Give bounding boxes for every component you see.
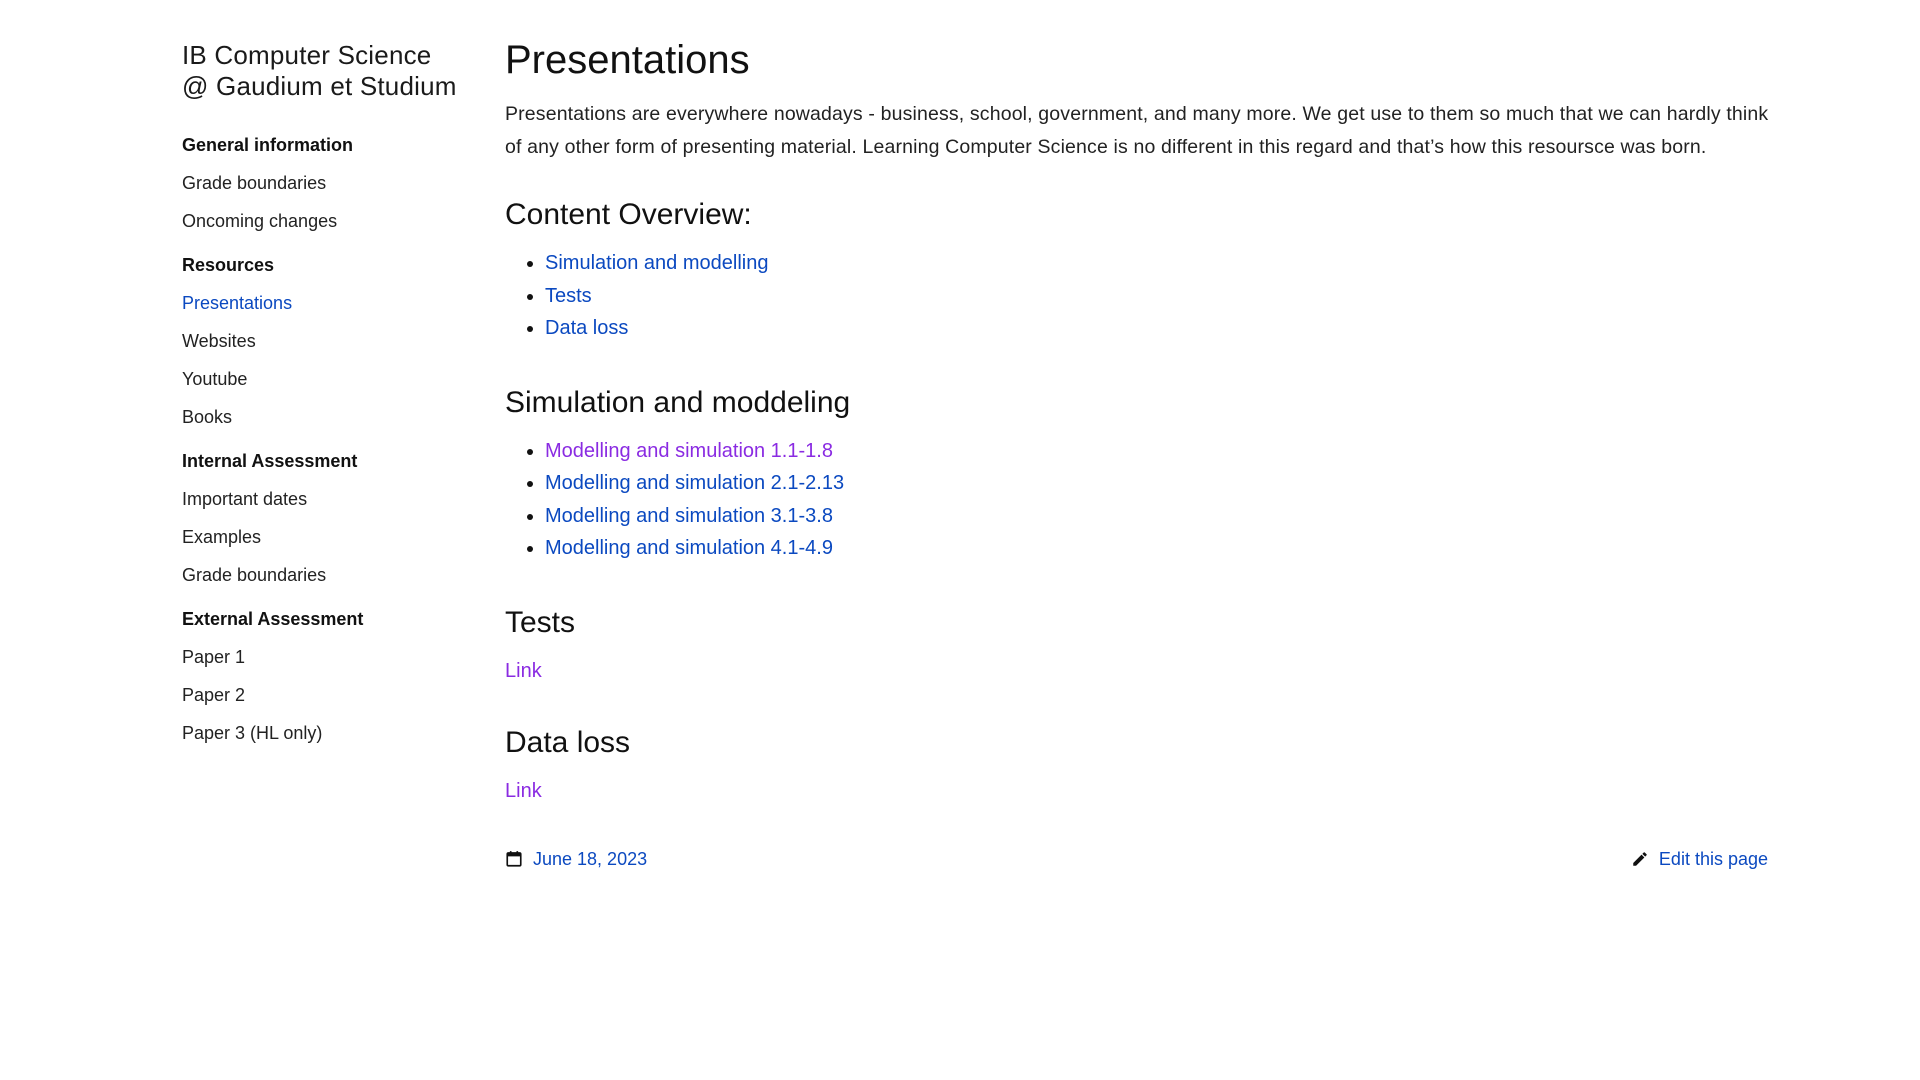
list-item: Simulation and modelling [545,247,1775,280]
sidebar-item-youtube[interactable]: Youtube [182,368,482,390]
list-item: Modelling and simulation 1.1-1.8 [545,435,1775,468]
nav-section-general: General information Grade boundaries Onc… [182,134,482,232]
sidebar-item-ia-grade-boundaries[interactable]: Grade boundaries [182,564,482,586]
site-title-line1: IB Computer Science [182,40,432,70]
nav-section-external-assessment: External Assessment Paper 1 Paper 2 Pape… [182,608,482,744]
data-loss-link[interactable]: Link [505,775,542,807]
nav-heading-resources: Resources [182,255,275,275]
overview-link-data-loss[interactable]: Data loss [545,317,628,339]
site-title-line2: @ Gaudium et Studium [182,71,457,101]
last-modified-date-link[interactable]: June 18, 2023 [533,847,647,871]
list-item: Modelling and simulation 4.1-4.9 [545,532,1775,565]
calendar-icon [505,850,523,868]
content-overview-list: Simulation and modelling Tests Data loss [505,247,1775,345]
nav-heading-external-assessment: External Assessment [182,609,364,629]
edit-page: Edit this page [1631,847,1768,871]
edit-page-link[interactable]: Edit this page [1659,847,1768,871]
sidebar-item-paper-2[interactable]: Paper 2 [182,684,482,706]
last-modified: June 18, 2023 [505,847,647,871]
intro-paragraph: Presentations are everywhere nowadays - … [505,103,1769,158]
nav-heading-internal-assessment: Internal Assessment [182,451,358,471]
page-title: Presentations [505,38,750,82]
tests-link[interactable]: Link [505,655,542,687]
list-item: Modelling and simulation 3.1-3.8 [545,500,1775,533]
sidebar-item-presentations[interactable]: Presentations [182,292,482,314]
overview-link-simulation[interactable]: Simulation and modelling [545,252,768,274]
sidebar-item-books[interactable]: Books [182,406,482,428]
sidebar-item-websites[interactable]: Websites [182,330,482,352]
main-content: Presentations Presentations are everywhe… [505,36,1775,877]
nav-heading-general: General information [182,135,354,155]
pencil-icon [1631,850,1649,868]
content-overview-heading: Content Overview: [505,198,752,231]
overview-link-tests[interactable]: Tests [545,285,592,307]
simulation-list: Modelling and simulation 1.1-1.8 Modelli… [505,435,1775,565]
sidebar-item-oncoming-changes[interactable]: Oncoming changes [182,210,482,232]
simulation-link-4[interactable]: Modelling and simulation 4.1-4.9 [545,537,833,559]
nav-section-resources: Resources Presentations Websites Youtube… [182,254,482,428]
list-item: Modelling and simulation 2.1-2.13 [545,467,1775,500]
simulation-link-1[interactable]: Modelling and simulation 1.1-1.8 [545,440,833,462]
site-title[interactable]: IB Computer Science @ Gaudium et Studium [182,40,482,102]
page: IB Computer Science @ Gaudium et Studium… [0,0,1920,1080]
sidebar: IB Computer Science @ Gaudium et Studium… [182,40,482,766]
list-item: Data loss [545,312,1775,345]
sidebar-item-examples[interactable]: Examples [182,526,482,548]
nav-section-internal-assessment: Internal Assessment Important dates Exam… [182,450,482,586]
page-footer: June 18, 2023 Edit this page [505,847,1768,877]
sidebar-item-paper-1[interactable]: Paper 1 [182,646,482,668]
data-loss-heading: Data loss [505,725,631,759]
simulation-link-2[interactable]: Modelling and simulation 2.1-2.13 [545,472,844,494]
sidebar-item-grade-boundaries[interactable]: Grade boundaries [182,172,482,194]
simulation-heading: Simulation and moddeling [505,385,851,419]
tests-heading: Tests [505,605,576,639]
sidebar-item-paper-3[interactable]: Paper 3 (HL only) [182,722,482,744]
simulation-link-3[interactable]: Modelling and simulation 3.1-3.8 [545,505,833,527]
list-item: Tests [545,280,1775,313]
sidebar-item-important-dates[interactable]: Important dates [182,488,482,510]
